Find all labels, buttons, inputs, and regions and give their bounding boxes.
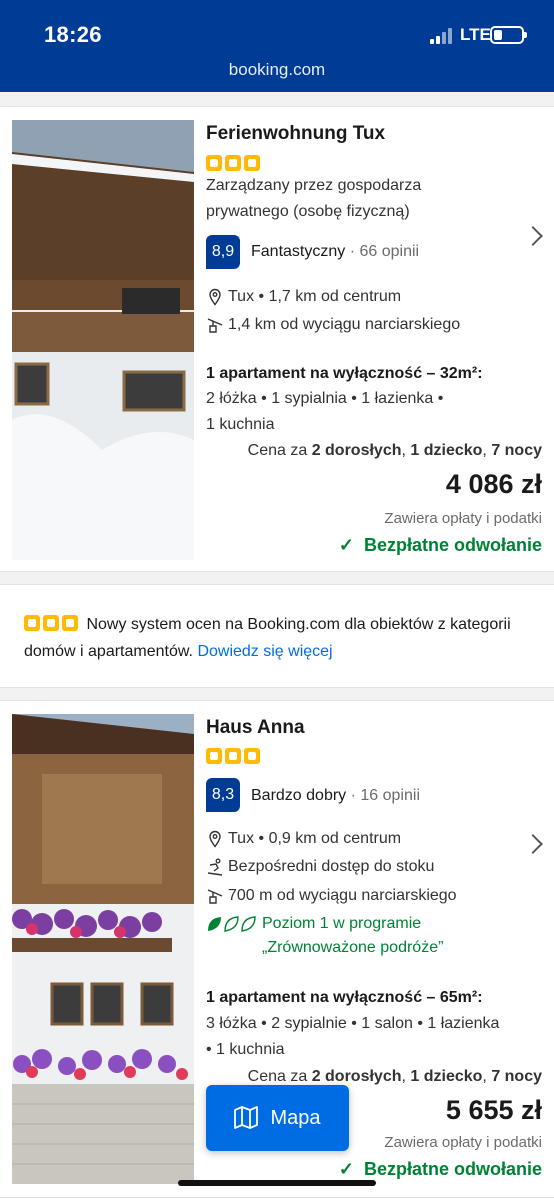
unit-details: 2 łóżka • 1 sypialnia • 1 łazienka • 1 ku… <box>206 390 444 433</box>
unit-title: 1 apartament na wyłączność – 65m²: <box>206 989 483 1006</box>
ski-lift-distance: 700 m od wyciągu narciarskiego <box>228 887 457 904</box>
status-time: 18:26 <box>44 22 102 47</box>
checkmark-icon: ✓ <box>338 1159 354 1179</box>
location-text: Tux • 1,7 km od centrum <box>228 288 402 305</box>
location-text: Tux • 0,9 km od centrum <box>228 830 402 847</box>
star-icon <box>225 748 241 764</box>
star-icon <box>206 155 222 171</box>
checkmark-icon: ✓ <box>338 535 354 555</box>
sustainability-level[interactable]: Poziom 1 w programie „Zrównoważone podróż… <box>262 912 443 960</box>
star-icon <box>244 155 260 171</box>
address-bar[interactable]: booking.com <box>0 60 554 80</box>
star-icon <box>244 748 260 764</box>
price: 5 655 zł <box>445 1095 542 1125</box>
taxes-note: Zawiera opłaty i podatki <box>384 1134 542 1151</box>
ski-lift-icon <box>207 889 223 904</box>
taxes-note: Zawiera opłaty i podatki <box>384 510 542 527</box>
signal-icon <box>430 28 454 44</box>
home-indicator[interactable] <box>178 1180 376 1186</box>
map-button[interactable]: Mapa <box>206 1085 349 1151</box>
rating-summary: Fantastyczny · 66 opinii <box>251 243 420 260</box>
rating-system-notice: Nowy system ocen na Booking.com dla obie… <box>0 584 554 688</box>
battery-icon <box>490 26 527 44</box>
leaf-icon <box>208 916 256 932</box>
free-cancellation: ✓ Bezpłatne odwołanie <box>338 1159 542 1179</box>
unit-title: 1 apartament na wyłączność – 32m²: <box>206 365 483 382</box>
host-info: Zarządzany przez gospodarza prywatnego (o… <box>206 177 422 220</box>
price-for-guests: Cena za 2 dorosłych, 1 dziecko, 7 nocy <box>247 1068 542 1085</box>
unit-details: 3 łóżka • 2 sypialnie • 1 salon • 1 łazi… <box>206 1015 500 1058</box>
star-icon <box>225 155 241 171</box>
map-icon <box>234 1106 259 1129</box>
property-title[interactable]: Ferienwohnung Tux <box>206 123 385 145</box>
property-title[interactable]: Haus Anna <box>206 717 305 739</box>
skier-icon <box>207 858 223 876</box>
star-icon <box>43 615 59 631</box>
property-photo[interactable] <box>12 714 194 1184</box>
star-icon <box>206 748 222 764</box>
free-cancellation: ✓ Bezpłatne odwołanie <box>338 535 542 555</box>
ski-lift-distance: 1,4 km od wyciągu narciarskiego <box>228 316 461 333</box>
property-card[interactable]: Ferienwohnung Tux Zarządzany przez gospo… <box>0 106 554 572</box>
browser-header: 18:26 LTE booking.com <box>0 0 554 92</box>
rating-summary: Bardzo dobry · 16 opinii <box>251 787 420 804</box>
star-icon <box>24 615 40 631</box>
review-score-badge: 8,3 <box>206 778 240 812</box>
map-button-label: Mapa <box>270 1106 321 1129</box>
learn-more-link[interactable]: Dowiedz się więcej <box>197 643 332 660</box>
star-icon <box>62 615 78 631</box>
chevron-right-icon[interactable] <box>523 226 543 246</box>
ski-lift-icon <box>207 318 223 333</box>
property-photo[interactable] <box>12 120 194 560</box>
slope-access: Bezpośredni dostęp do stoku <box>228 858 435 875</box>
star-rating <box>24 615 78 631</box>
price: 4 086 zł <box>445 469 542 499</box>
review-score-badge: 8,9 <box>206 235 240 269</box>
star-rating <box>206 748 260 764</box>
star-rating <box>206 155 260 171</box>
network-label: LTE <box>460 25 491 44</box>
location-pin-icon <box>209 830 221 848</box>
price-for-guests: Cena za 2 dorosłych, 1 dziecko, 7 nocy <box>247 442 542 459</box>
chevron-right-icon[interactable] <box>523 834 543 854</box>
location-pin-icon <box>209 288 221 306</box>
